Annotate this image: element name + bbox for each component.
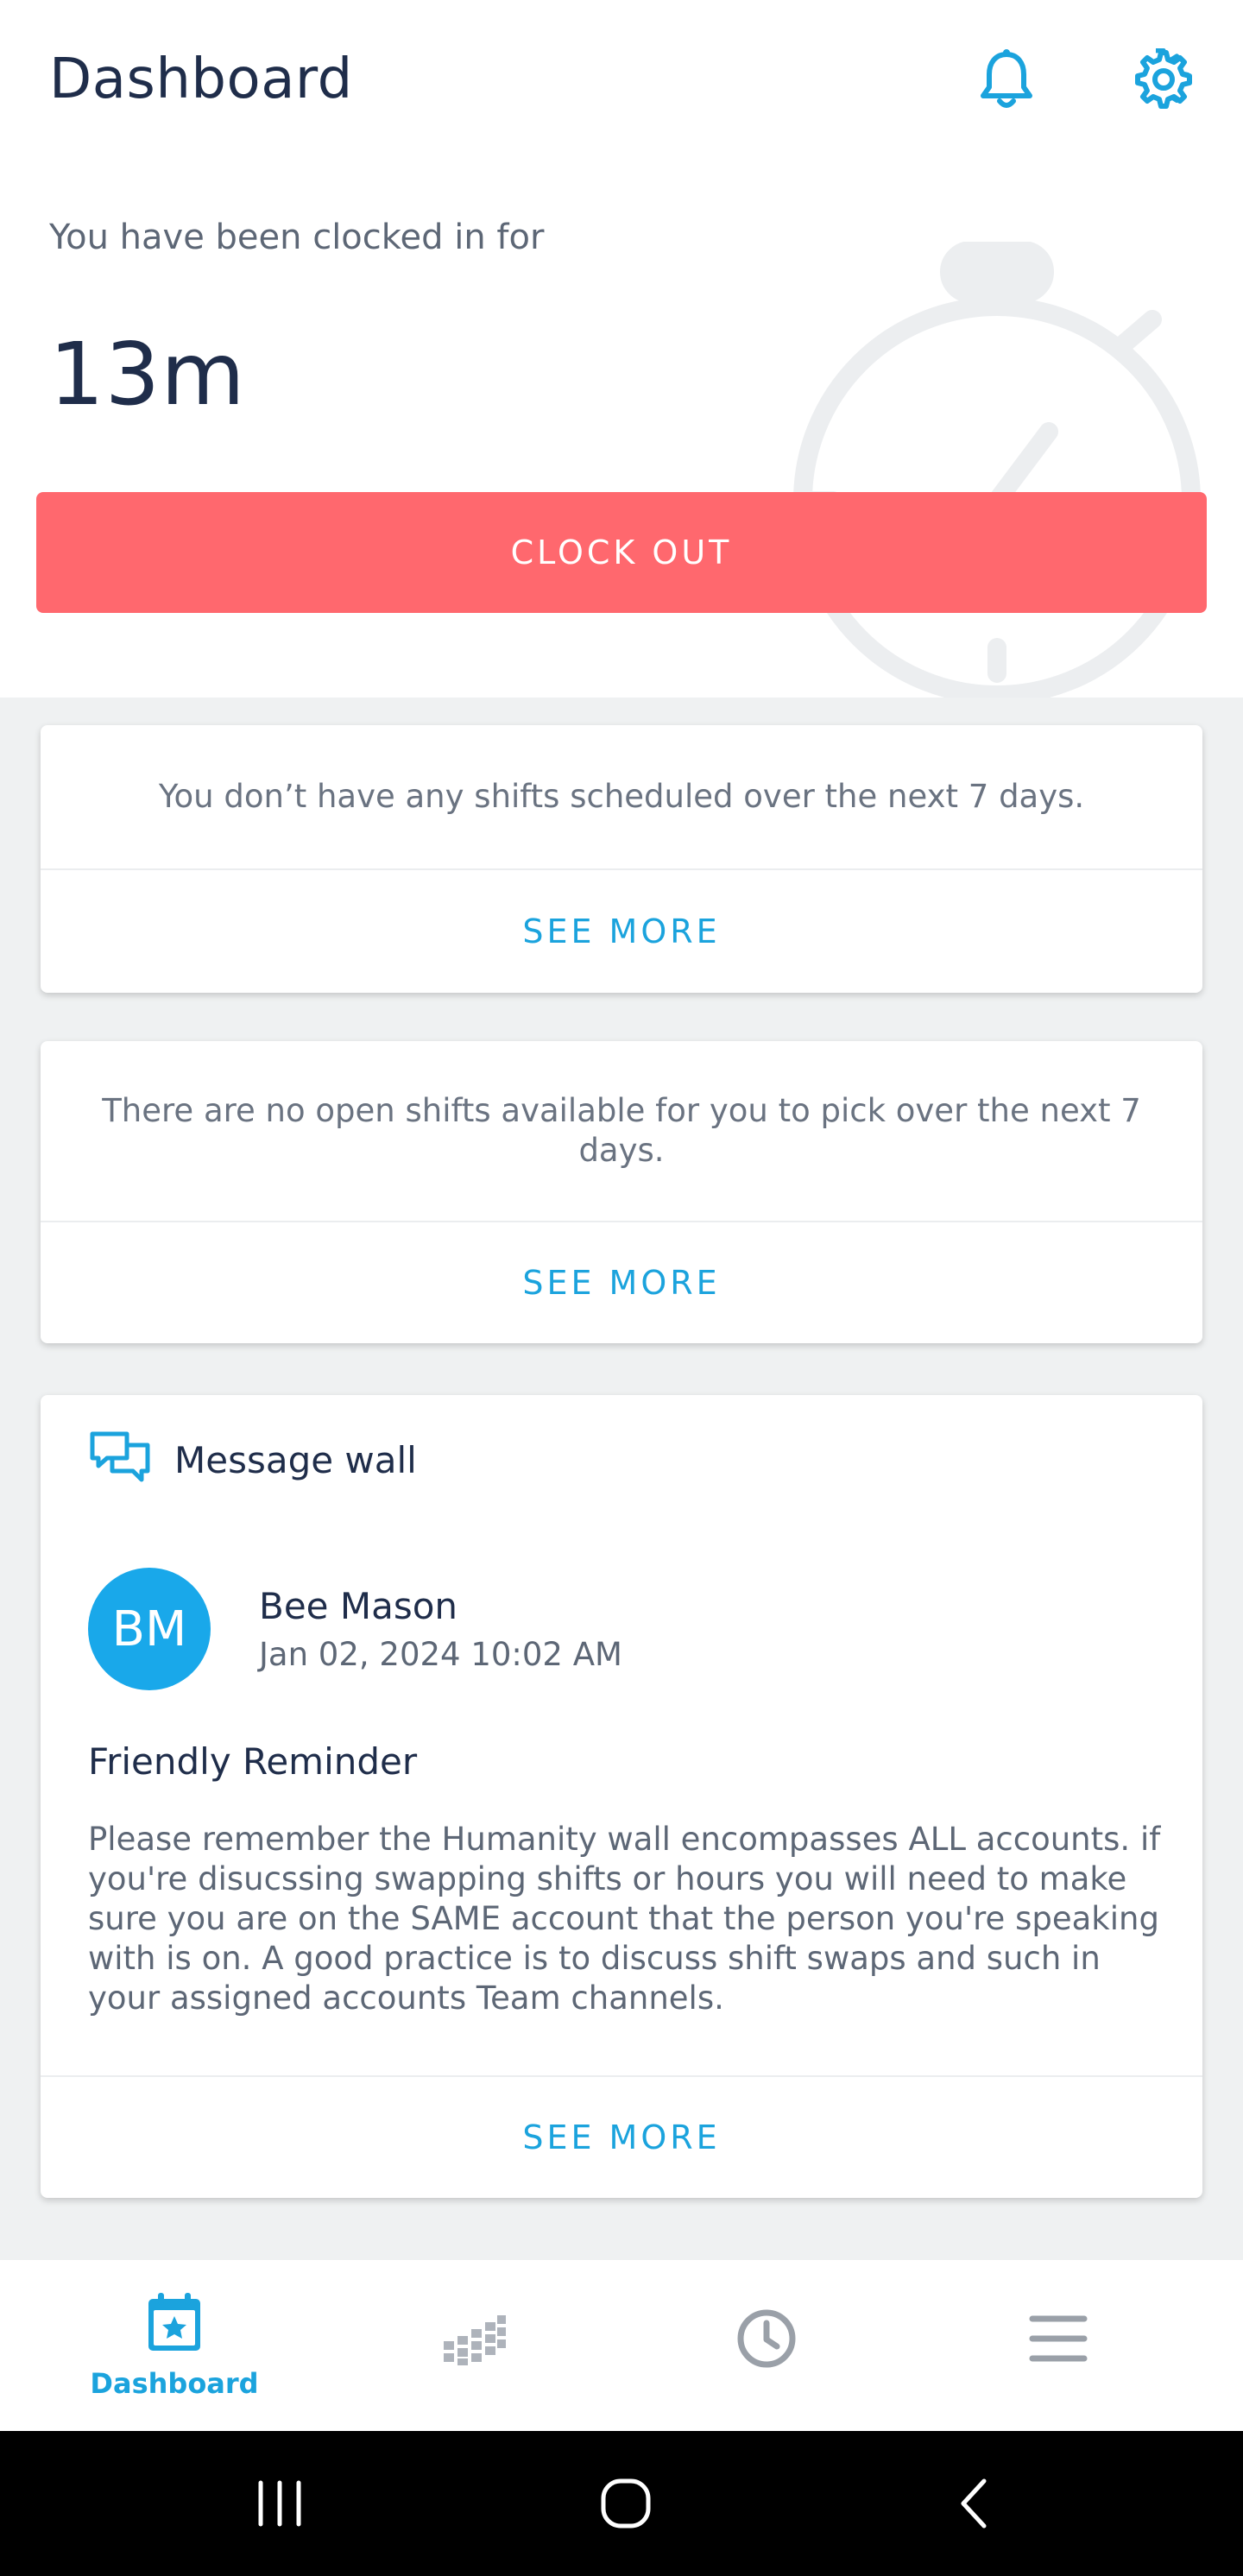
recents-icon[interactable] — [237, 2460, 323, 2547]
nav-item-menu[interactable] — [912, 2260, 1205, 2431]
post-body: Please remember the Humanity wall encomp… — [88, 1821, 1161, 2017]
clocked-in-duration: 13m — [49, 324, 246, 425]
gear-icon[interactable] — [1129, 45, 1198, 114]
chat-bubbles-icon — [88, 1430, 152, 1490]
system-navigation-bar — [0, 2431, 1243, 2576]
post-date: Jan 02, 2024 10:02 AM — [259, 1636, 622, 1673]
clock-icon — [735, 2308, 798, 2373]
open-shifts-card: There are no open shifts available for y… — [41, 1041, 1202, 1343]
menu-icon — [1029, 2314, 1088, 2367]
top-app-bar: Dashboard — [0, 0, 1243, 164]
message-wall-title: Message wall — [174, 1438, 417, 1481]
home-icon[interactable] — [583, 2460, 669, 2547]
bottom-navigation: Dashboard — [0, 2260, 1243, 2431]
back-icon[interactable] — [931, 2460, 1017, 2547]
nav-item-schedule[interactable] — [328, 2260, 622, 2431]
bell-icon[interactable] — [972, 45, 1041, 114]
dashboard-screen: Dashboard You have been clocked in for 1… — [0, 0, 1243, 2576]
open-shifts-see-more-button[interactable]: SEE MORE — [41, 1222, 1202, 1343]
stopwatch-icon — [793, 242, 1201, 698]
message-wall-card: Message wall BM Bee Mason Jan 02, 2024 1… — [41, 1395, 1202, 2198]
clock-status-panel: You have been clocked in for 13m CLOCK O… — [0, 164, 1243, 698]
upcoming-shifts-message: You don’t have any shifts scheduled over… — [158, 778, 1085, 815]
upcoming-shifts-see-more-button[interactable]: SEE MORE — [41, 870, 1202, 993]
clocked-in-label: You have been clocked in for — [49, 218, 545, 257]
open-shifts-message: There are no open shifts available for y… — [102, 1092, 1141, 1169]
nav-item-timeclock[interactable] — [620, 2260, 913, 2431]
nav-item-label: Dashboard — [90, 2367, 259, 2400]
upcoming-shifts-card: You don’t have any shifts scheduled over… — [41, 725, 1202, 993]
dashboard-content: You don’t have any shifts scheduled over… — [0, 698, 1243, 2260]
page-title: Dashboard — [49, 47, 353, 111]
post-author: BM Bee Mason Jan 02, 2024 10:02 AM — [88, 1568, 622, 1690]
message-wall-see-more-button[interactable]: SEE MORE — [41, 2077, 1202, 2198]
avatar: BM — [88, 1568, 211, 1690]
message-wall-header: Message wall — [41, 1395, 1202, 1525]
author-name: Bee Mason — [259, 1585, 458, 1627]
author-meta: Bee Mason Jan 02, 2024 10:02 AM — [259, 1585, 622, 1673]
clock-out-button[interactable]: CLOCK OUT — [36, 492, 1207, 613]
calendar-star-icon — [146, 2291, 203, 2357]
schedule-grid-icon — [442, 2310, 508, 2371]
post-title: Friendly Reminder — [88, 1740, 418, 1783]
nav-item-dashboard[interactable]: Dashboard — [28, 2260, 321, 2431]
